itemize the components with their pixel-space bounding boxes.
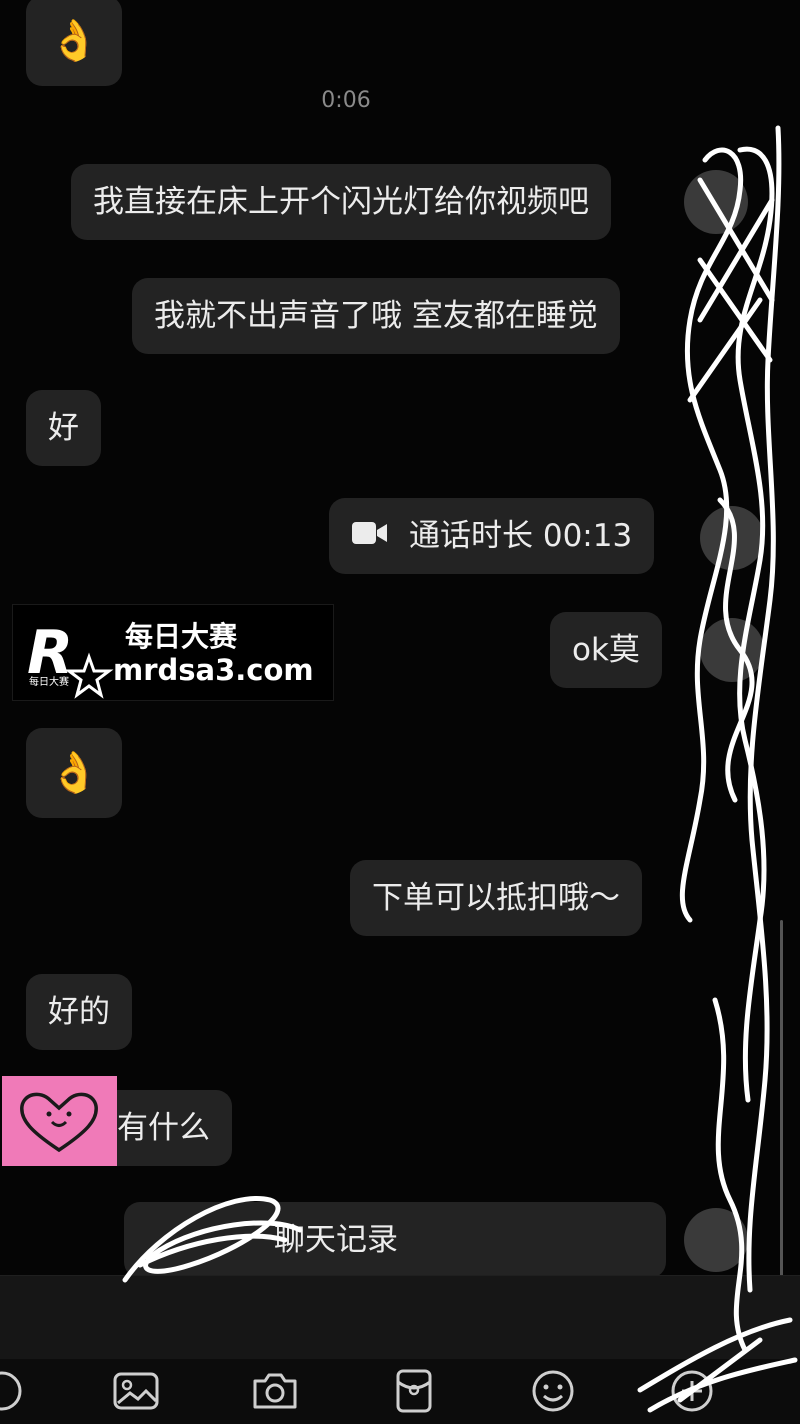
- message-text: 好的: [48, 994, 110, 1030]
- bottom-toolbar: [0, 1359, 800, 1424]
- scrollbar[interactable]: [780, 920, 783, 1280]
- call-duration-text: 通话时长 00:13: [409, 518, 633, 554]
- emoji-icon[interactable]: [527, 1365, 579, 1417]
- message-text: 我就不出声音了哦 室友都在睡觉: [154, 298, 598, 334]
- my-avatar[interactable]: [684, 170, 748, 234]
- video-call-record[interactable]: 通话时长 00:13: [329, 498, 655, 574]
- svg-text:每日大赛: 每日大赛: [29, 675, 69, 688]
- video-camera-icon: [351, 498, 389, 574]
- message-text: 下单可以抵扣哦～: [372, 880, 620, 916]
- watermark-r-star-logo: R 每日大赛: [27, 618, 114, 699]
- watermark-brand: 每日大赛: [125, 620, 238, 653]
- ok-hand-emoji: 👌: [49, 750, 99, 796]
- my-avatar[interactable]: [700, 618, 764, 682]
- message-text: 好: [48, 410, 79, 446]
- camera-icon[interactable]: [249, 1365, 301, 1417]
- heart-sticker: [2, 1076, 117, 1166]
- message-text: 我直接在床上开个闪光灯给你视频吧: [93, 184, 589, 220]
- received-message[interactable]: 好: [26, 390, 101, 466]
- watermark-site: mrdsa3.com: [113, 653, 314, 687]
- received-emoji-bubble[interactable]: 👌: [26, 728, 122, 818]
- ok-hand-emoji: 👌: [49, 18, 99, 64]
- message-timestamp: 0:06: [321, 88, 371, 113]
- sent-message[interactable]: ok莫: [550, 612, 662, 688]
- sent-message[interactable]: 下单可以抵扣哦～: [350, 860, 642, 936]
- voice-icon[interactable]: [0, 1365, 28, 1417]
- watermark-logo: R 每日大赛 每日大赛 mrdsa3.com: [12, 604, 334, 701]
- my-avatar[interactable]: [700, 506, 764, 570]
- sent-message[interactable]: 我就不出声音了哦 室友都在睡觉: [132, 278, 620, 354]
- red-packet-icon[interactable]: [388, 1365, 440, 1417]
- received-emoji-bubble[interactable]: 👌: [26, 0, 122, 86]
- received-message[interactable]: 好的: [26, 974, 132, 1050]
- message-text: 聊天记录: [274, 1222, 398, 1258]
- my-avatar[interactable]: [684, 1208, 748, 1272]
- sent-message[interactable]: 我直接在床上开个闪光灯给你视频吧: [71, 164, 611, 240]
- message-text: ok莫: [572, 632, 640, 668]
- input-panel: [0, 1275, 800, 1424]
- message-input[interactable]: [0, 1275, 800, 1360]
- image-icon[interactable]: [110, 1365, 162, 1417]
- message-text: 有什么: [117, 1110, 210, 1146]
- heart-icon: [20, 1092, 98, 1153]
- forwarded-chat-record[interactable]: 聊天记录: [124, 1202, 666, 1278]
- plus-icon[interactable]: [666, 1365, 718, 1417]
